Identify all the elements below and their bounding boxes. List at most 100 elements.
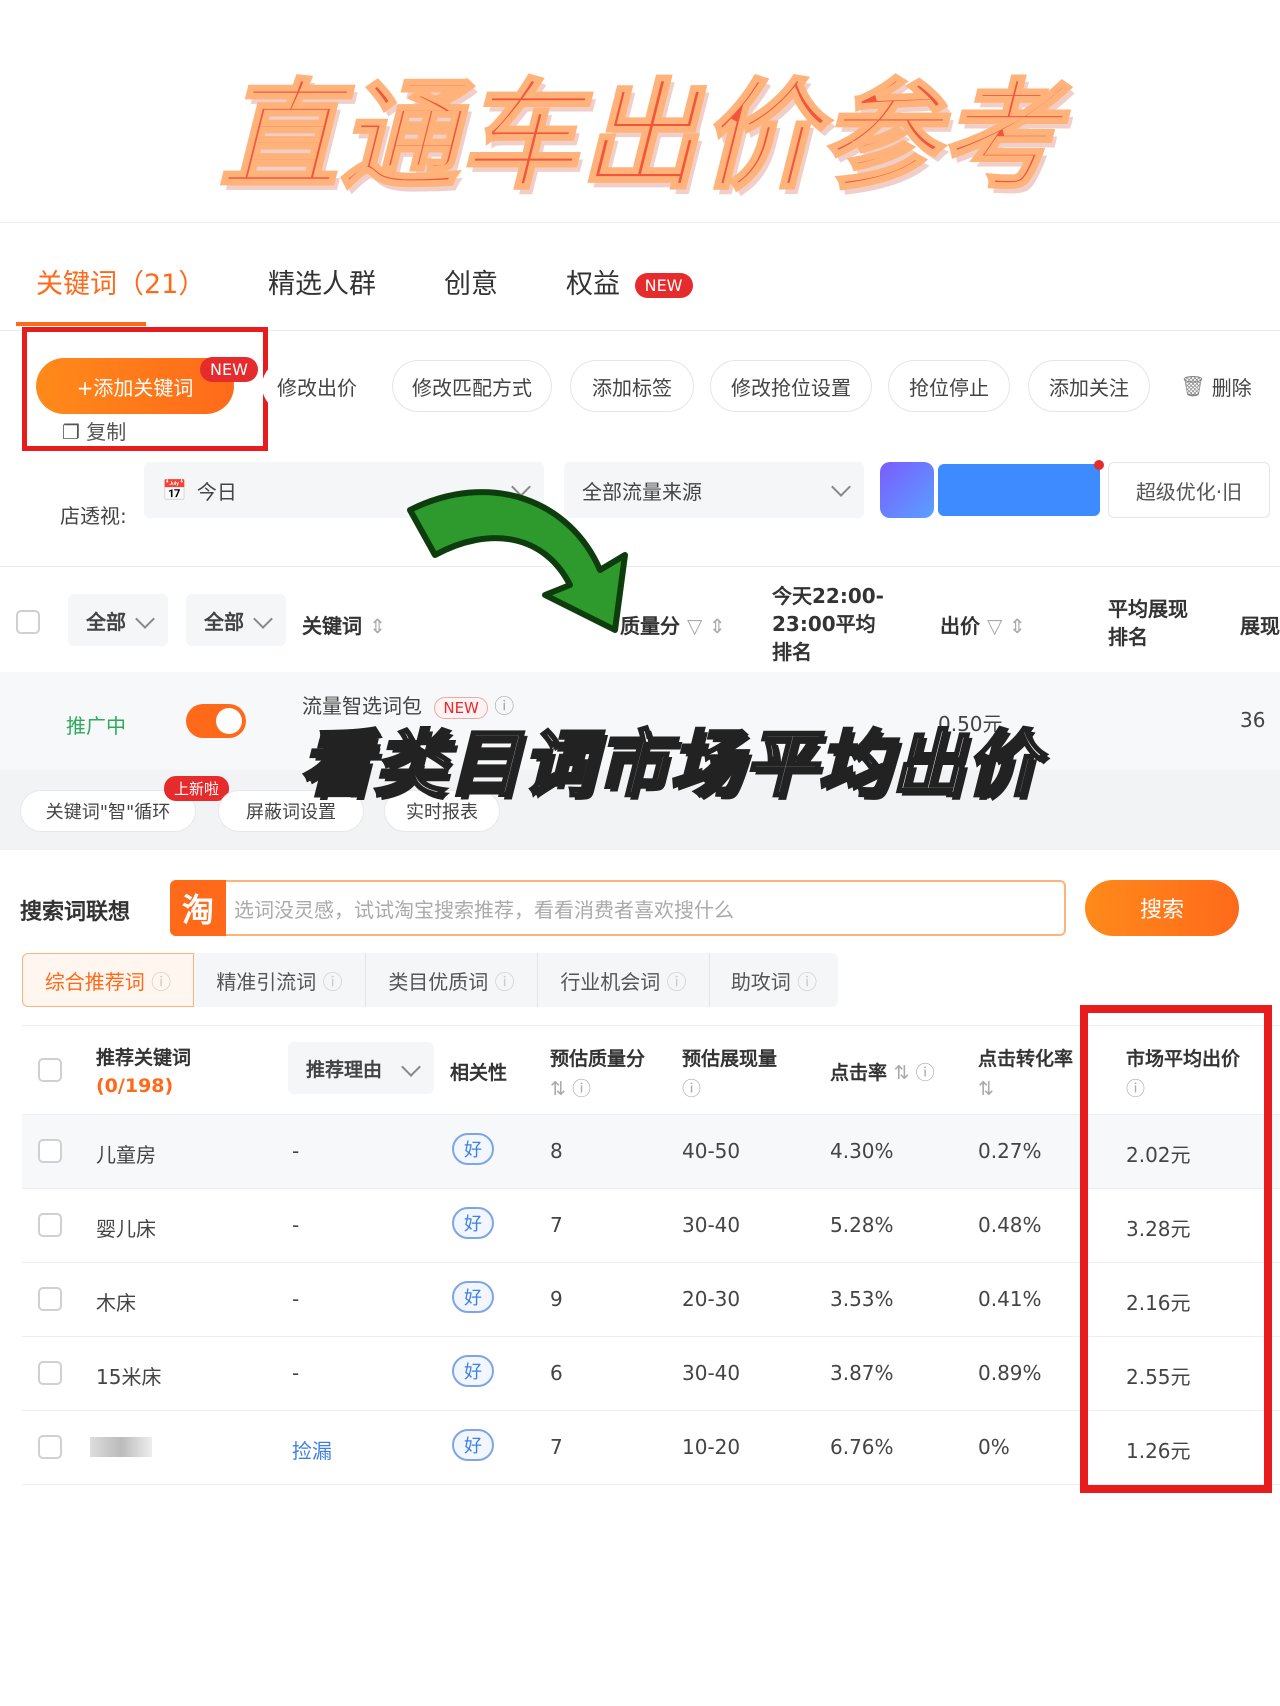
rec-cvr: 0.27% <box>978 1139 1042 1163</box>
rec-impr: 10-20 <box>682 1435 741 1459</box>
promote-toggle[interactable] <box>186 704 246 738</box>
rec-quality: 9 <box>550 1287 563 1311</box>
reason-filter-select[interactable]: 推荐理由 <box>288 1042 434 1094</box>
rec-quality: 7 <box>550 1435 563 1459</box>
filter-match-select[interactable]: 全部 <box>186 594 286 646</box>
blurred-account-button[interactable] <box>938 464 1100 516</box>
tab-rights-label: 权益 <box>566 269 620 300</box>
new-arrival-badge: 上新啦 <box>164 776 230 801</box>
rec-ctr: 5.28% <box>830 1213 894 1237</box>
rec-cvr: 0.41% <box>978 1287 1042 1311</box>
highlight-box-add-keyword <box>22 327 268 451</box>
delete-button[interactable]: 🗑 删除 <box>1166 360 1266 412</box>
add-tag-button[interactable]: 添加标签 <box>570 360 694 412</box>
col-est-quality[interactable]: 预估质量分 ⇅ ⓘ <box>550 1044 645 1104</box>
active-tab-underline <box>16 322 146 326</box>
col-cvr[interactable]: 点击转化率 ⇅ <box>978 1044 1078 1104</box>
row-checkbox[interactable] <box>38 1361 62 1385</box>
calendar-icon: 📅 <box>162 478 187 502</box>
rec-impr: 40-50 <box>682 1139 741 1163</box>
rec-cvr: 0.48% <box>978 1213 1042 1237</box>
relevance-tag: 好 <box>452 1429 494 1461</box>
store-view-label: 店透视: <box>60 504 127 528</box>
rec-ctr: 4.30% <box>830 1139 894 1163</box>
rec-ctr: 3.53% <box>830 1287 894 1311</box>
app-logo <box>880 462 934 518</box>
new-badge: NEW <box>634 273 693 298</box>
help-icon: ⓘ <box>151 969 172 994</box>
rec-keyword: 木床 <box>96 1291 136 1315</box>
date-value: 今日 <box>196 479 237 504</box>
col-rec-keyword: 推荐关键词 (0/198) <box>96 1047 192 1097</box>
modify-bid-position-button[interactable]: 修改抢位设置 <box>710 360 872 412</box>
status-label: 推广中 <box>66 714 126 738</box>
col-relevance: 相关性 <box>450 1062 508 1084</box>
rec-cvr: 0% <box>978 1435 1010 1459</box>
row-impr: 36 <box>1240 708 1266 732</box>
chevron-down-icon <box>135 609 155 629</box>
relevance-tag: 好 <box>452 1281 494 1313</box>
stop-bid-position-button[interactable]: 抢位停止 <box>888 360 1010 412</box>
col-today-rank: 今天22:00-23:00平均排名 <box>772 584 884 664</box>
tab-rights[interactable]: 权益 NEW <box>566 262 693 301</box>
rec-quality: 7 <box>550 1213 563 1237</box>
search-button[interactable]: 搜索 <box>1085 880 1239 936</box>
filter-status-value: 全部 <box>86 609 126 634</box>
rec-reason: - <box>292 1361 300 1385</box>
select-all-checkbox[interactable] <box>16 610 40 634</box>
rec-impr: 20-30 <box>682 1287 741 1311</box>
rec-keyword: 儿童房 <box>96 1143 156 1167</box>
chevron-down-icon <box>253 609 273 629</box>
row-checkbox[interactable] <box>38 1435 62 1459</box>
help-icon: ⓘ <box>494 969 515 994</box>
chevron-down-icon <box>831 477 851 497</box>
help-icon: ⓘ <box>322 969 343 994</box>
col-avg-rank[interactable]: 平均展现排名 <box>1108 595 1198 651</box>
green-arrow-icon <box>407 489 628 633</box>
rec-ctr: 6.76% <box>830 1435 894 1459</box>
row-checkbox[interactable] <box>38 1213 62 1237</box>
col-est-impr: 预估展现量 ⓘ <box>682 1048 778 1100</box>
delete-label: 删除 <box>1211 375 1252 400</box>
filter-match-value: 全部 <box>204 609 244 634</box>
blurred-keyword <box>90 1437 152 1457</box>
rec-keyword: 婴儿床 <box>96 1217 156 1241</box>
filter-status-select[interactable]: 全部 <box>68 594 168 646</box>
super-optimize-button[interactable]: 超级优化·旧 <box>1108 462 1270 518</box>
modify-bid-button[interactable]: 修改出价 <box>262 360 372 412</box>
tab-comprehensive[interactable]: 综合推荐词 ⓘ <box>22 953 194 1007</box>
rec-keyword: 15米床 <box>96 1365 162 1389</box>
rec-reason[interactable]: 捡漏 <box>292 1435 332 1464</box>
rec-ctr: 3.87% <box>830 1361 894 1385</box>
row-checkbox[interactable] <box>38 1287 62 1311</box>
rec-cvr: 0.89% <box>978 1361 1042 1385</box>
col-impr[interactable]: 展现 <box>1240 610 1280 639</box>
rec-reason: - <box>292 1213 300 1237</box>
modify-match-button[interactable]: 修改匹配方式 <box>392 360 552 412</box>
notification-dot <box>1094 460 1104 470</box>
select-all-checkbox[interactable] <box>38 1058 62 1082</box>
trash-icon: 🗑 <box>1180 374 1206 398</box>
tab-precise[interactable]: 精准引流词 ⓘ <box>194 953 366 1007</box>
rec-quality: 6 <box>550 1361 563 1385</box>
add-follow-button[interactable]: 添加关注 <box>1028 360 1150 412</box>
rec-impr: 30-40 <box>682 1361 741 1385</box>
overlay-caption: 看类目词市场平均出价 <box>298 721 1041 808</box>
banner-title: 直通车出价参考 <box>218 66 1060 207</box>
chevron-down-icon <box>401 1057 421 1077</box>
rec-reason: - <box>292 1139 300 1163</box>
search-input[interactable]: 选词没灵感，试试淘宝搜索推荐，看看消费者喜欢搜什么 <box>170 880 1066 936</box>
tab-opportunity[interactable]: 行业机会词 ⓘ <box>538 953 710 1007</box>
tab-keywords[interactable]: 关键词（21） <box>36 262 205 301</box>
tab-assist[interactable]: 助攻词 ⓘ <box>710 953 838 1007</box>
row-checkbox[interactable] <box>38 1139 62 1163</box>
col-ctr[interactable]: 点击率 ⇅ ⓘ <box>830 1058 935 1085</box>
tab-audience[interactable]: 精选人群 <box>268 262 376 301</box>
tab-category[interactable]: 类目优质词 ⓘ <box>366 953 538 1007</box>
highlight-box-avg-bid <box>1080 1005 1272 1493</box>
taobao-icon: 淘 <box>170 880 226 936</box>
col-bid[interactable]: 出价 ▽ ⇕ <box>940 610 1025 639</box>
tab-creative[interactable]: 创意 <box>444 262 498 301</box>
divider <box>0 566 1280 567</box>
col-keyword[interactable]: 关键词 ⇕ <box>302 610 386 639</box>
